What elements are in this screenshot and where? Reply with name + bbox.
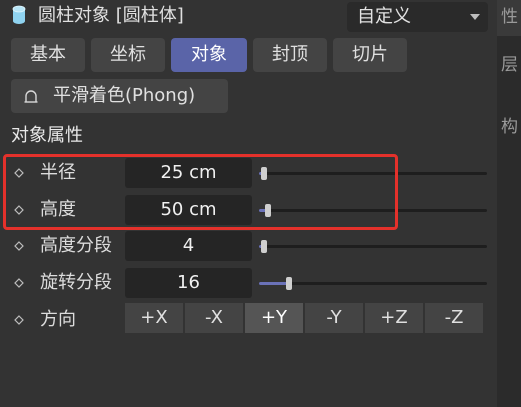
height-label: 高度 <box>40 199 76 220</box>
keyframe-diamond-icon[interactable] <box>14 205 24 215</box>
rotation-segments-slider-handle[interactable] <box>286 277 292 290</box>
side-panel-top: 性 <box>497 0 521 36</box>
section-title: 对象属性 <box>11 125 83 146</box>
preset-dropdown-value: 自定义 <box>357 6 411 27</box>
keyframe-diamond-icon[interactable] <box>14 241 24 251</box>
rotation-segments-field[interactable]: 16 <box>125 268 252 298</box>
direction-option-plus-y[interactable]: +Y <box>245 303 303 333</box>
height-segments-slider-handle[interactable] <box>261 240 267 253</box>
phong-tag-button[interactable]: 平滑着色(Phong) <box>11 79 228 113</box>
side-panel-strip: 性 层 构 <box>497 0 521 407</box>
panel-header: 圆柱对象 [圆柱体] 自定义 <box>0 0 497 34</box>
preset-dropdown[interactable]: 自定义 <box>347 2 488 32</box>
phong-tag-label: 平滑着色(Phong) <box>53 85 196 106</box>
height-slider[interactable] <box>259 204 487 217</box>
property-row-rotation-segments: 旋转分段 16 <box>0 266 497 300</box>
rotation-segments-label: 旋转分段 <box>40 272 112 293</box>
direction-option-plus-x[interactable]: +X <box>125 303 183 333</box>
tab-basic[interactable]: 基本 <box>11 38 85 72</box>
radius-slider[interactable] <box>259 167 487 180</box>
phong-tag-icon <box>24 90 38 103</box>
height-field[interactable]: 50 cm <box>125 195 252 225</box>
tab-slice[interactable]: 切片 <box>333 38 407 72</box>
direction-option-minus-y[interactable]: -Y <box>305 303 363 333</box>
keyframe-diamond-icon[interactable] <box>14 278 24 288</box>
height-segments-slider[interactable] <box>259 240 487 253</box>
radius-label: 半径 <box>40 162 76 183</box>
rotation-segments-slider[interactable] <box>259 277 487 290</box>
tab-object[interactable]: 对象 <box>171 38 247 72</box>
property-row-height-segments: 高度分段 4 <box>0 229 497 263</box>
height-segments-field[interactable]: 4 <box>125 231 252 261</box>
object-title: 圆柱对象 [圆柱体] <box>38 5 184 26</box>
property-row-radius: 半径 25 cm <box>0 156 497 190</box>
chevron-down-icon <box>470 14 480 20</box>
radius-field[interactable]: 25 cm <box>125 158 252 188</box>
radius-slider-handle[interactable] <box>261 167 267 180</box>
keyframe-diamond-icon[interactable] <box>14 168 24 178</box>
cylinder-icon <box>12 5 26 24</box>
height-slider-handle[interactable] <box>265 204 271 217</box>
direction-label: 方向 <box>40 309 76 330</box>
side-tab-structure[interactable]: 构 <box>501 118 519 136</box>
direction-option-minus-z[interactable]: -Z <box>425 303 483 333</box>
attribute-manager-panel: 圆柱对象 [圆柱体] 自定义 性 层 构 基本 坐标 对象 封顶 切片 平滑着色… <box>0 0 521 407</box>
property-row-height: 高度 50 cm <box>0 193 497 227</box>
keyframe-diamond-icon[interactable] <box>14 315 24 325</box>
side-tab-layers[interactable]: 层 <box>501 56 519 74</box>
direction-option-minus-x[interactable]: -X <box>185 303 243 333</box>
tab-coordinates[interactable]: 坐标 <box>91 38 165 72</box>
direction-option-plus-z[interactable]: +Z <box>365 303 423 333</box>
rotation-segments-slider-fill <box>259 282 289 285</box>
height-segments-label: 高度分段 <box>40 235 112 256</box>
tab-caps[interactable]: 封顶 <box>253 38 327 72</box>
side-tab-attributes[interactable]: 性 <box>501 8 519 26</box>
